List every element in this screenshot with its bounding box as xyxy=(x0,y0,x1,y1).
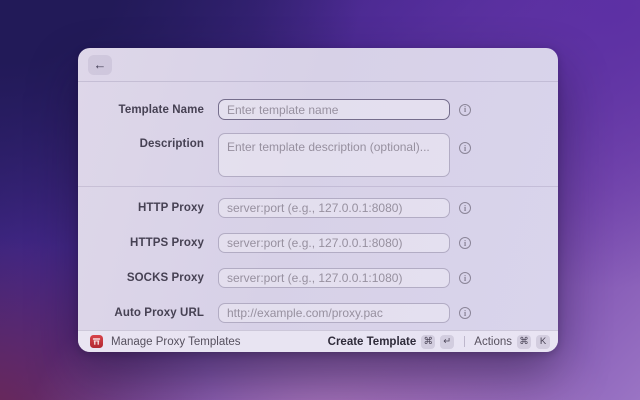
footer-app-name: Manage Proxy Templates xyxy=(111,335,241,348)
https-proxy-label: HTTPS Proxy xyxy=(130,237,204,249)
socks-proxy-input[interactable] xyxy=(218,268,450,288)
section-divider xyxy=(78,186,558,187)
info-icon: i xyxy=(459,272,471,284)
extension-app-icon xyxy=(90,335,103,348)
torii-gate-icon xyxy=(92,338,101,345)
auto-proxy-url-input[interactable] xyxy=(218,303,450,323)
auto-proxy-url-label: Auto Proxy URL xyxy=(114,307,204,319)
create-template-action[interactable]: Create Template ⌘ ↵ xyxy=(327,334,455,349)
cmd-key-icon: ⌘ xyxy=(517,334,531,349)
info-icon: i xyxy=(459,142,471,154)
template-name-input[interactable] xyxy=(218,99,450,120)
template-form: Template Name i Description i HTTP Proxy xyxy=(78,82,558,323)
manage-proxy-templates-window: ← Template Name i Description i HTTP Pro… xyxy=(78,48,558,352)
http-proxy-input[interactable] xyxy=(218,198,450,218)
form-row-description: Description i xyxy=(78,133,558,177)
enter-key-icon: ↵ xyxy=(440,334,455,349)
form-row-socks-proxy: SOCKS Proxy i xyxy=(78,268,558,288)
window-header: ← xyxy=(78,48,558,82)
back-button[interactable]: ← xyxy=(88,54,112,75)
socks-proxy-label: SOCKS Proxy xyxy=(126,272,204,284)
form-row-http-proxy: HTTP Proxy i xyxy=(78,198,558,218)
template-name-label: Template Name xyxy=(118,103,204,116)
create-template-label: Create Template xyxy=(327,335,417,348)
form-row-https-proxy: HTTPS Proxy i xyxy=(78,233,558,253)
back-arrow-icon: ← xyxy=(93,57,107,72)
info-icon: i xyxy=(459,237,471,249)
action-bar: Manage Proxy Templates Create Template ⌘… xyxy=(78,330,558,352)
footer-divider xyxy=(464,336,466,347)
http-proxy-label: HTTP Proxy xyxy=(138,202,204,214)
description-label: Description xyxy=(139,138,204,150)
info-icon: i xyxy=(459,307,471,319)
form-row-auto-proxy-url: Auto Proxy URL i xyxy=(78,303,558,323)
form-row-template-name: Template Name i xyxy=(78,99,558,120)
actions-menu-button[interactable]: Actions ⌘ K xyxy=(474,334,550,349)
info-icon: i xyxy=(459,103,471,116)
actions-label: Actions xyxy=(474,335,512,348)
https-proxy-input[interactable] xyxy=(218,233,450,253)
cmd-key-icon: ⌘ xyxy=(421,334,436,349)
k-key-icon: K xyxy=(536,334,550,349)
description-textarea[interactable] xyxy=(218,133,450,177)
info-icon: i xyxy=(459,202,471,214)
